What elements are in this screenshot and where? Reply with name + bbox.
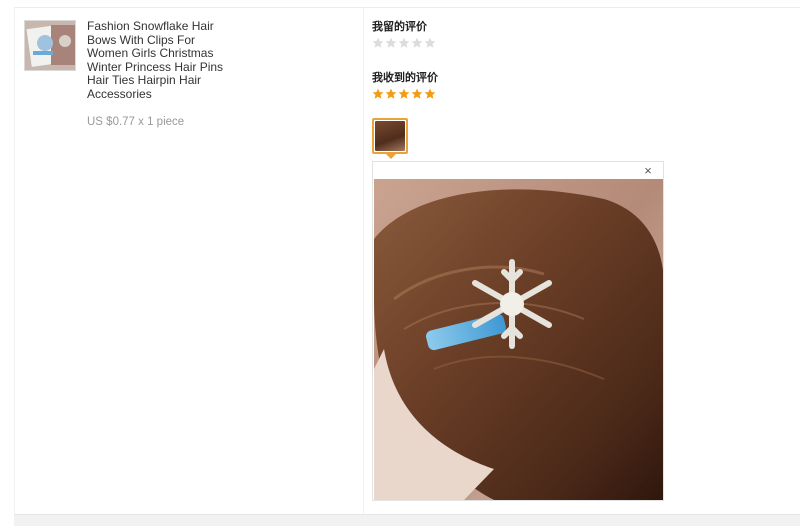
my-review-label: 我留的评价 xyxy=(372,21,427,33)
top-divider xyxy=(14,7,800,8)
received-review-label: 我收到的评价 xyxy=(372,72,438,84)
received-review-stars xyxy=(372,88,792,101)
product-thumbnail[interactable] xyxy=(24,20,76,71)
review-photo-icon xyxy=(374,179,663,500)
my-review-star-icon xyxy=(424,37,436,49)
received-review-star-icon xyxy=(411,88,423,100)
review-photo-thumbnail-image xyxy=(375,121,405,151)
product-thumbnail-icon xyxy=(25,21,75,70)
product-title[interactable]: Fashion Snowflake Hair Bows With Clips F… xyxy=(87,19,237,102)
my-review-star-icon xyxy=(398,37,410,49)
my-review-star-icon xyxy=(411,37,423,49)
received-review-star-icon xyxy=(372,88,384,100)
close-icon[interactable]: × xyxy=(641,164,655,178)
my-review-star-icon xyxy=(372,37,384,49)
footer-bar xyxy=(14,514,800,526)
left-divider xyxy=(14,7,15,514)
review-photo xyxy=(374,179,663,500)
my-review-stars xyxy=(372,37,792,50)
my-review-star-icon xyxy=(385,37,397,49)
product-price: US $0.77 x 1 piece xyxy=(87,116,185,128)
received-review-star-icon xyxy=(424,88,436,100)
reviews-panel: 我留的评价 我收到的评价 × xyxy=(372,20,792,501)
thumbnail-pointer-icon xyxy=(386,154,396,159)
column-divider xyxy=(363,8,364,514)
photo-viewer: × xyxy=(372,161,664,501)
received-review-star-icon xyxy=(385,88,397,100)
received-review-star-icon xyxy=(398,88,410,100)
review-photo-thumbnail[interactable] xyxy=(372,118,408,154)
page: Fashion Snowflake Hair Bows With Clips F… xyxy=(0,0,800,526)
